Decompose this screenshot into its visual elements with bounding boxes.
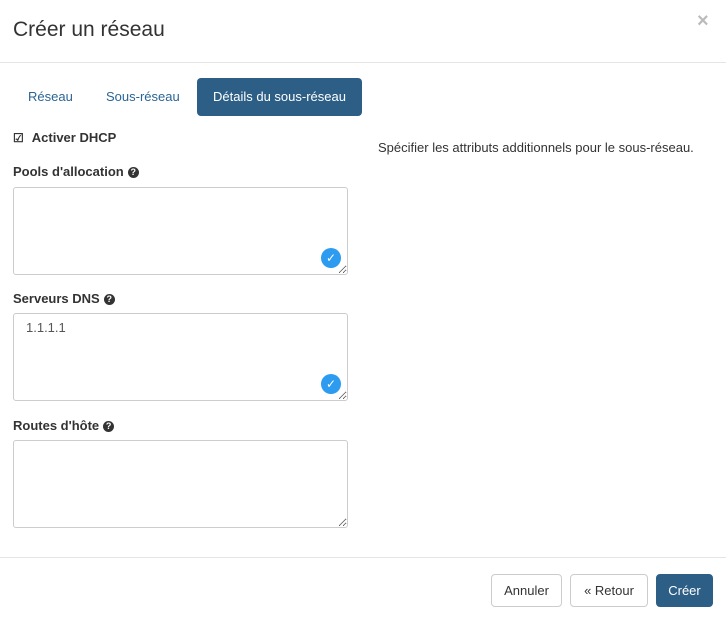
tab-details-sous-reseau[interactable]: Détails du sous-réseau: [197, 78, 362, 116]
footer-divider: [0, 557, 726, 558]
help-icon[interactable]: ?: [127, 167, 139, 178]
dns-label-text: Serveurs DNS: [13, 291, 100, 306]
routes-input[interactable]: [13, 440, 348, 528]
routes-label-text: Routes d'hôte: [13, 418, 100, 433]
dhcp-label: Activer DHCP: [31, 130, 117, 145]
pools-input[interactable]: [13, 187, 348, 275]
pools-label-text: Pools d'allocation: [13, 164, 124, 179]
tab-sous-reseau[interactable]: Sous-réseau: [91, 78, 195, 116]
header-divider: [0, 62, 726, 63]
check-icon: ✓: [321, 248, 341, 268]
close-icon[interactable]: ×: [697, 10, 709, 33]
dhcp-checkbox[interactable]: ☑ Activer DHCP: [13, 130, 116, 145]
help-icon[interactable]: ?: [103, 294, 115, 305]
routes-label: Routes d'hôte?: [13, 418, 115, 433]
dns-input[interactable]: 1.1.1.1: [13, 313, 348, 401]
checkbox-checked-icon[interactable]: ☑: [13, 131, 24, 145]
create-button[interactable]: Créer: [656, 574, 713, 607]
check-icon: ✓: [321, 374, 341, 394]
back-button[interactable]: « Retour: [570, 574, 648, 607]
pools-label: Pools d'allocation?: [13, 164, 139, 179]
dialog-title: Créer un réseau: [13, 18, 165, 41]
dns-label: Serveurs DNS?: [13, 291, 115, 306]
tab-reseau[interactable]: Réseau: [13, 78, 88, 116]
help-icon[interactable]: ?: [103, 421, 115, 432]
help-text: Spécifier les attributs additionnels pou…: [378, 140, 694, 155]
cancel-button[interactable]: Annuler: [491, 574, 562, 607]
